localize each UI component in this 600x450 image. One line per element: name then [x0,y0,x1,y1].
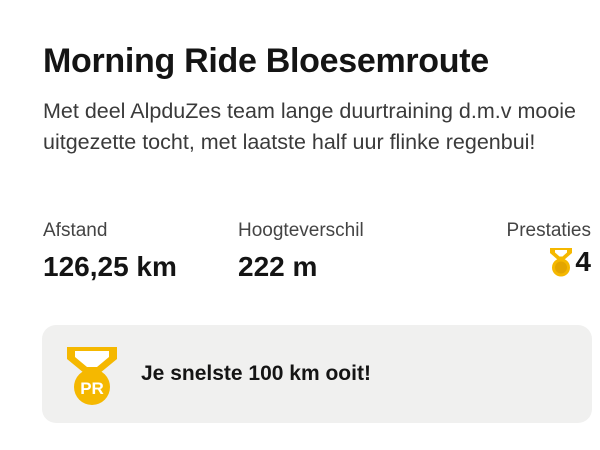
pr-highlight-banner[interactable]: PR Je snelste 100 km ooit! [42,325,592,423]
stat-distance-value: 126,25 km [43,251,177,282]
stat-distance-label: Afstand [43,220,108,241]
stat-elevation-label: Hoogteverschil [238,220,364,241]
pr-highlight-text: Je snelste 100 km ooit! [141,362,371,385]
stat-distance: Afstand 126,25 km [43,219,177,285]
activity-description: Met deel AlpduZes team lange duurtrainin… [43,99,577,154]
stat-elevation: Hoogteverschil 222 m [238,219,364,285]
pr-medal-icon: PR [67,347,117,405]
stat-achievements-label: Prestaties [506,220,591,241]
pr-badge-text: PR [80,379,104,398]
achievements-count: 4 [575,246,591,277]
activity-card[interactable]: Morning Ride Bloesemroute Met deel Alpdu… [0,0,600,450]
activity-title[interactable]: Morning Ride Bloesemroute [43,42,489,81]
achievements-row: 4 [507,244,591,280]
stat-elevation-value: 222 m [238,251,318,282]
medal-icon [550,248,573,277]
stat-achievements[interactable]: Prestaties 4 [507,219,591,280]
